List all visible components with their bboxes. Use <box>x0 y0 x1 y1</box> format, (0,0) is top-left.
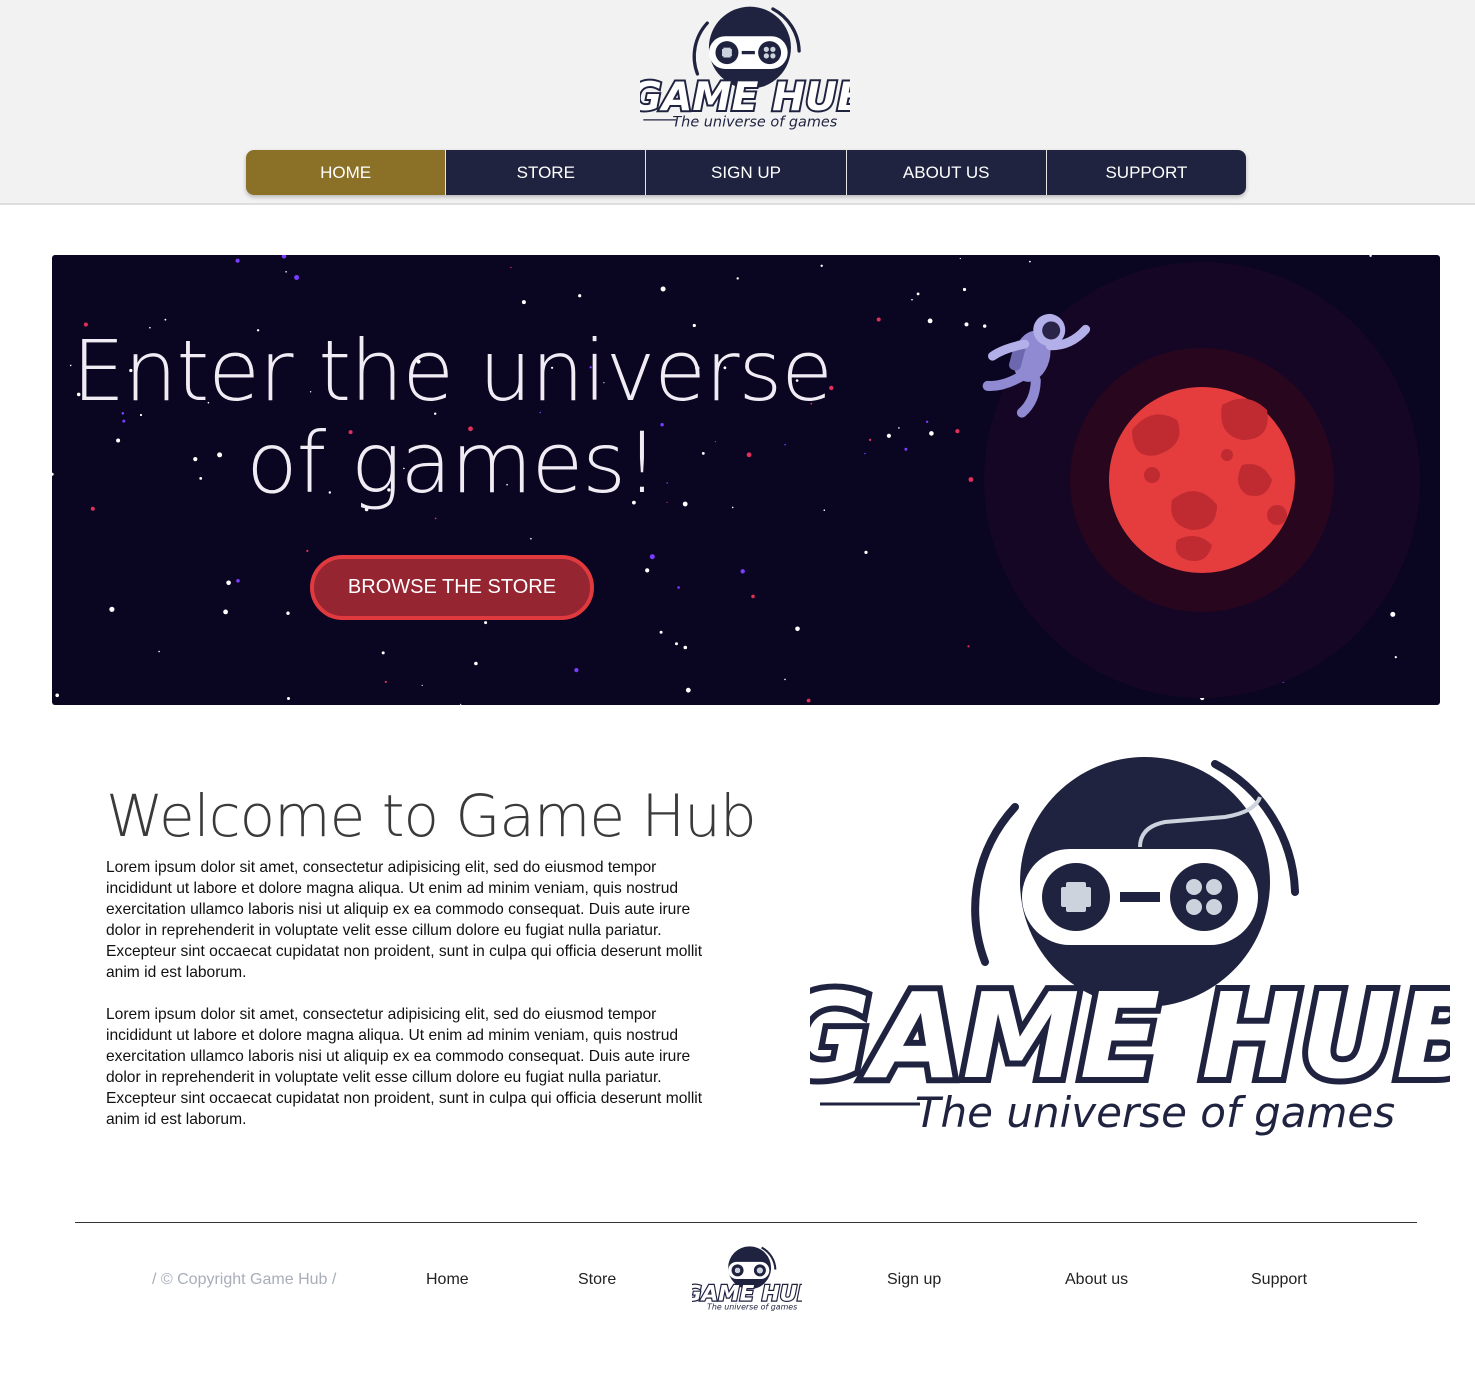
star <box>286 611 290 615</box>
footer-link-home[interactable]: Home <box>426 1271 469 1289</box>
star <box>736 277 739 280</box>
star <box>927 318 933 324</box>
footer-link-sign-up[interactable]: Sign up <box>887 1271 941 1289</box>
star <box>911 298 913 301</box>
star <box>983 324 987 328</box>
star <box>521 300 526 305</box>
star <box>964 322 969 327</box>
star <box>285 271 287 273</box>
star <box>645 568 650 573</box>
star <box>751 594 755 599</box>
star <box>795 626 800 632</box>
star <box>223 609 229 615</box>
star <box>164 318 167 321</box>
star <box>530 537 532 540</box>
star <box>675 642 678 646</box>
nav-item-home[interactable]: HOME <box>246 150 446 195</box>
footer-link-store[interactable]: Store <box>578 1271 616 1289</box>
star <box>886 433 892 438</box>
star <box>968 477 974 482</box>
star <box>876 317 881 322</box>
star <box>1390 611 1396 617</box>
star <box>226 580 231 586</box>
star <box>784 678 786 681</box>
star <box>740 569 745 574</box>
footer-logo[interactable]: GAME HUB The universe of games <box>692 1244 802 1314</box>
footer-link-about-us[interactable]: About us <box>1065 1271 1128 1289</box>
footer-link-support[interactable]: Support <box>1251 1271 1307 1289</box>
star <box>434 517 437 520</box>
welcome-paragraph-2: Lorem ipsum dolor sit amet, consectetur … <box>106 1006 703 1128</box>
hero-title-line-1: Enter the universe <box>72 322 833 420</box>
star <box>967 645 970 648</box>
star <box>421 684 423 686</box>
star <box>474 661 478 666</box>
game-hub-logo-large: GAME HUB The universe of games <box>810 757 1450 1137</box>
main-nav: HOME STORE SIGN UP ABOUT US SUPPORT <box>246 150 1246 195</box>
star <box>864 452 866 455</box>
footer-copyright: / © Copyright Game Hub / <box>152 1271 337 1288</box>
nav-item-store[interactable]: STORE <box>445 150 646 195</box>
star <box>1394 656 1397 659</box>
star <box>1369 255 1372 257</box>
star <box>460 703 462 705</box>
star <box>1029 260 1031 263</box>
star <box>820 264 823 267</box>
star <box>916 292 920 296</box>
star <box>281 255 287 259</box>
nav-item-sign-up[interactable]: SIGN UP <box>645 150 846 195</box>
star <box>158 650 160 653</box>
star <box>904 447 908 451</box>
star <box>685 687 691 693</box>
star <box>660 286 666 292</box>
star <box>578 294 582 298</box>
star <box>384 680 387 683</box>
logo-tagline: The universe of games <box>915 1088 1395 1137</box>
browse-store-button[interactable]: BROWSE THE STORE <box>310 555 594 620</box>
star <box>868 438 872 442</box>
star <box>235 258 240 263</box>
star <box>806 698 811 703</box>
star <box>925 420 929 423</box>
star <box>287 697 290 700</box>
star <box>683 645 688 650</box>
star <box>955 429 960 434</box>
star <box>55 693 59 698</box>
nav-item-support[interactable]: SUPPORT <box>1045 150 1246 195</box>
star <box>484 621 488 625</box>
star <box>306 549 309 552</box>
welcome-paragraph-1: Lorem ipsum dolor sit amet, consectetur … <box>106 859 703 981</box>
welcome-title: Welcome to Game Hub <box>106 782 757 850</box>
svg-text:The universe of games: The universe of games <box>707 1302 797 1311</box>
game-hub-logo[interactable]: GAME HUB The universe of games <box>640 4 850 134</box>
star <box>381 651 385 655</box>
star <box>898 427 900 429</box>
hero-title-line-2: of games! <box>246 414 659 512</box>
svg-text:GAME HUB: GAME HUB <box>640 74 850 120</box>
site-header: GAME HUB The universe of games HOME STOR… <box>0 0 1475 205</box>
star <box>959 257 961 260</box>
star <box>659 630 663 634</box>
hero-title: Enter the universe of games! <box>52 325 852 509</box>
star <box>962 287 967 292</box>
star <box>236 579 240 583</box>
star <box>864 550 868 554</box>
hero-banner: Enter the universe of games! BROWSE THE … <box>52 255 1440 705</box>
logo-wordmark: GAME HUB <box>810 967 1450 1105</box>
star <box>677 586 680 589</box>
footer-divider <box>75 1222 1417 1223</box>
nav-item-about-us[interactable]: ABOUT US <box>845 150 1046 195</box>
star <box>510 266 512 269</box>
star <box>929 431 934 436</box>
star <box>294 275 300 280</box>
star <box>649 554 655 560</box>
star <box>823 509 826 511</box>
star <box>574 668 579 673</box>
svg-text:The universe of games: The universe of games <box>672 114 837 130</box>
star <box>109 606 115 612</box>
